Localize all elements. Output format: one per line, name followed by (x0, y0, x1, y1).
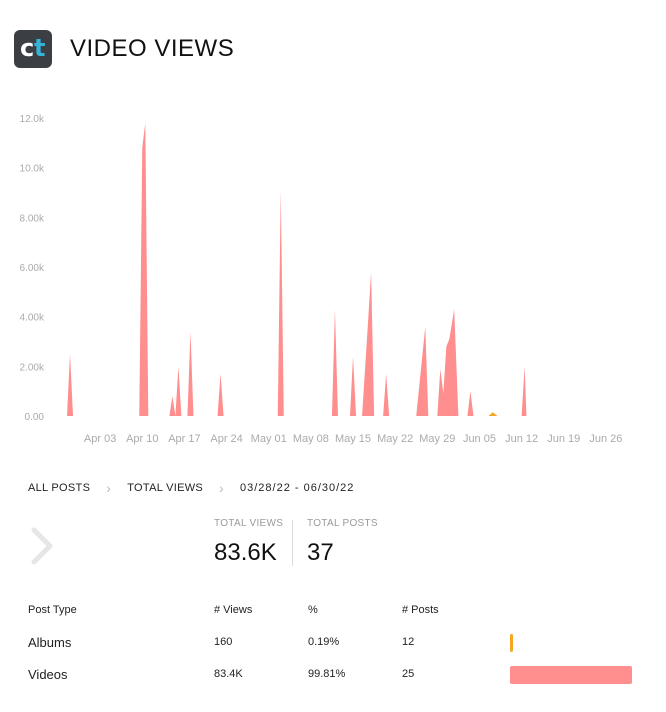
row-post-type: Albums (28, 635, 72, 650)
breadcrumb-chevron-icon: › (219, 480, 224, 496)
x-tick-label: Apr 03 (84, 433, 116, 445)
area-series-1 (488, 412, 498, 416)
total-posts-value: 37 (307, 539, 334, 566)
x-tick-label: Apr 10 (126, 433, 158, 445)
share-bar (510, 666, 632, 684)
y-tick-label: 12.0k (20, 114, 45, 125)
stat-divider (292, 520, 293, 566)
row-posts: 12 (402, 636, 415, 648)
total-posts-stat: TOTAL POSTS 37 (307, 518, 378, 567)
video-views-chart: 0.00 2.00k 4.00k 6.00k 8.00k 10.0k 12.0k Apr 03… (20, 114, 623, 445)
total-views-value: 83.6K (214, 539, 277, 566)
area-series-0 (67, 122, 527, 416)
x-tick-label: May 08 (293, 433, 329, 445)
x-tick-label: May 29 (419, 433, 455, 445)
x-tick-label: Jun 12 (505, 433, 538, 445)
x-tick-label: Jun 26 (589, 433, 622, 445)
breadcrumb-all-posts[interactable]: ALL POSTS (28, 482, 90, 494)
row-percent: 99.81% (308, 668, 346, 680)
row-percent: 0.19% (308, 636, 340, 648)
row-views: 83.4K (214, 668, 243, 680)
share-bar (510, 634, 513, 652)
y-tick-label: 4.00k (20, 313, 45, 324)
y-tick-label: 2.00k (20, 362, 45, 373)
x-tick-label: May 01 (251, 433, 287, 445)
total-views-label: TOTAL VIEWS (214, 518, 284, 529)
x-tick-label: Jun 19 (547, 433, 580, 445)
row-post-type: Videos (28, 667, 68, 682)
x-tick-label: May 15 (335, 433, 371, 445)
page-title: VIDEO VIEWS (70, 35, 235, 62)
table-row[interactable]: Videos 83.4K 99.81% 25 (28, 662, 638, 686)
header-percent: % (308, 604, 318, 616)
total-views-stat: TOTAL VIEWS 83.6K (214, 518, 283, 567)
app-logo: c t (14, 30, 52, 68)
back-chevron-icon[interactable] (26, 526, 56, 566)
breadcrumb-total-views[interactable]: TOTAL VIEWS (127, 482, 203, 494)
row-posts: 25 (402, 668, 415, 680)
header: c t VIDEO VIEWS (14, 30, 234, 68)
x-tick-label: Jun 05 (463, 433, 496, 445)
y-tick-label: 6.00k (20, 263, 45, 274)
table-header-row: Post Type # Views % # Posts (28, 598, 638, 622)
header-post-type: Post Type (28, 604, 77, 616)
breadcrumb-chevron-icon: › (106, 480, 112, 496)
breadcrumb: ALL POSTS › TOTAL VIEWS › 03/28/22 - 06/… (28, 480, 354, 496)
row-views: 160 (214, 636, 233, 648)
table-row[interactable]: Albums 160 0.19% 12 (28, 630, 638, 654)
y-tick-label: 8.00k (20, 213, 45, 224)
x-tick-label: Apr 17 (168, 433, 200, 445)
y-tick-label: 10.0k (20, 164, 45, 175)
header-posts: # Posts (402, 604, 439, 616)
x-tick-label: May 22 (377, 433, 413, 445)
header-views: # Views (214, 604, 253, 616)
breadcrumb-date-range[interactable]: 03/28/22 - 06/30/22 (240, 482, 354, 494)
x-tick-label: Apr 24 (210, 433, 242, 445)
total-posts-label: TOTAL POSTS (307, 518, 378, 529)
y-tick-label: 0.00 (25, 412, 45, 423)
